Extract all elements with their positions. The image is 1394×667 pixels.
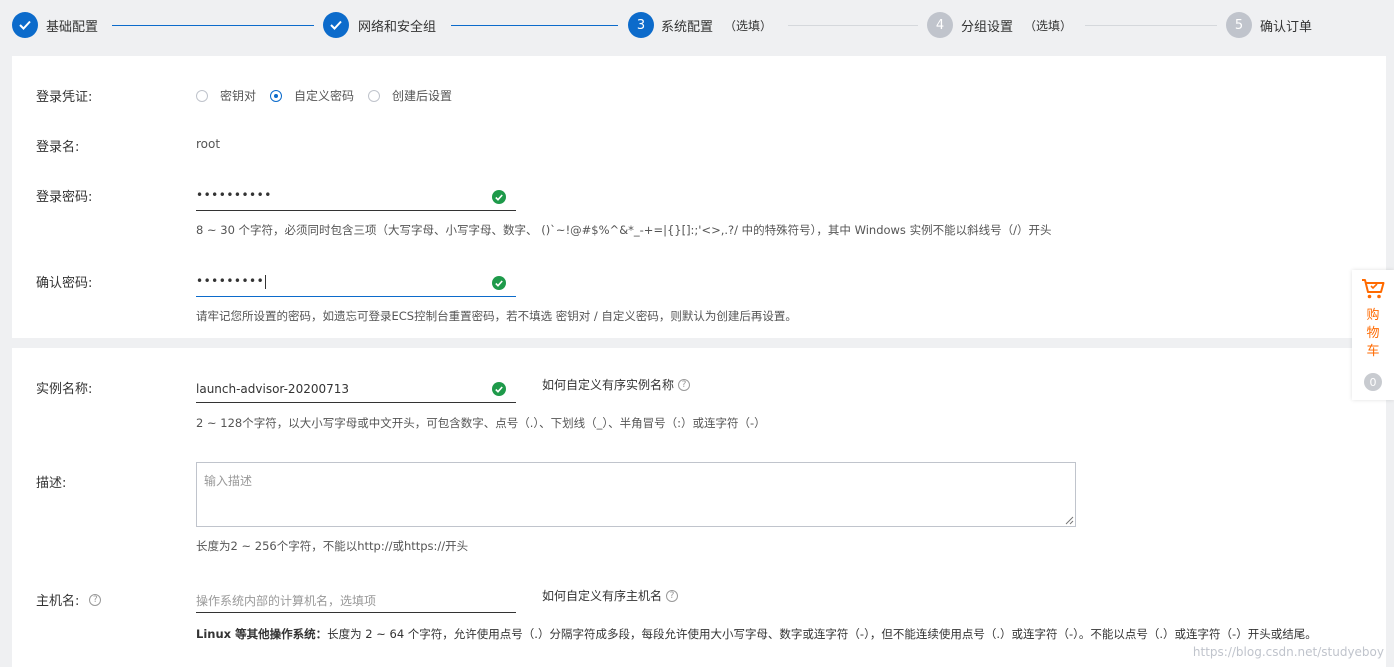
hostname-hint-os: Linux 等其他操作系统： [196, 627, 328, 641]
instance-name-input[interactable]: launch-advisor-20200713 [196, 375, 516, 403]
radio-set-later-label[interactable]: 创建后设置 [392, 87, 452, 104]
step-4-number[interactable]: 4 [927, 12, 953, 38]
step-4-label[interactable]: 分组设置 [961, 16, 1013, 35]
radio-custom-password[interactable]: 自定义密码 [270, 87, 354, 104]
password-hint: 8 ~ 30 个字符，必须同时包含三项（大写字母、小写字母、数字、 ()`~!@… [196, 223, 1052, 237]
step-progress-bar: 基础配置 网络和安全组 3 系统配置 （选填） 4 分组设置 （选填） 5 确认… [0, 0, 1394, 52]
resize-handle-icon[interactable] [1065, 516, 1074, 525]
shopping-cart-widget[interactable]: 购 物 车 0 [1352, 270, 1394, 400]
step-3-number[interactable]: 3 [628, 12, 654, 38]
radio-custom-password-label[interactable]: 自定义密码 [294, 87, 354, 104]
step-3-optional: （选填） [724, 19, 773, 33]
step-connector [1085, 25, 1217, 26]
check-circle-icon [492, 382, 506, 396]
confirm-password-input[interactable]: ••••••••• [196, 269, 516, 297]
instance-name-value[interactable]: launch-advisor-20200713 [196, 382, 349, 396]
watermark: https://blog.csdn.net/studyeboy [1192, 645, 1384, 659]
radio-keypair[interactable]: 密钥对 [196, 87, 256, 104]
hostname-label: 主机名: [36, 594, 80, 609]
step-2-label[interactable]: 网络和安全组 [358, 16, 436, 35]
description-textarea[interactable]: 输入描述 [196, 462, 1076, 527]
description-hint: 长度为2 ~ 256个字符，不能以http://或https://开头 [196, 539, 469, 553]
login-settings-panel: 登录凭证: 密钥对 自定义密码 创建后设置 登录名: root 登录密码: ••… [12, 56, 1386, 338]
password-input[interactable]: •••••••••• [196, 183, 516, 211]
confirm-password-label: 确认密码: [36, 276, 93, 291]
step-1-done-icon[interactable] [12, 12, 38, 38]
instance-name-help-text[interactable]: 如何自定义有序实例名称 [542, 376, 674, 393]
instance-name-help-link[interactable]: 如何自定义有序实例名称 ? [542, 376, 691, 393]
question-circle-icon[interactable]: ? [89, 593, 102, 606]
hostname-hint: Linux 等其他操作系统：长度为 2 ~ 64 个字符，允许使用点号（.）分隔… [196, 626, 1317, 642]
hostname-placeholder[interactable]: 操作系统内部的计算机名，选填项 [196, 592, 376, 609]
step-2-done-icon[interactable] [323, 12, 349, 38]
cart-count-badge: 0 [1364, 373, 1382, 391]
radio-checked-icon[interactable] [270, 89, 283, 102]
step-connector [112, 25, 314, 26]
cart-label-char[interactable]: 购 [1352, 307, 1394, 325]
cart-label-char[interactable]: 车 [1352, 343, 1394, 361]
password-label: 登录密码: [36, 190, 93, 205]
instance-name-label: 实例名称: [36, 382, 93, 397]
cart-label[interactable]: 购 物 车 [1352, 307, 1394, 361]
check-circle-icon [492, 276, 506, 290]
username-label: 登录名: [36, 140, 80, 155]
question-circle-icon[interactable]: ? [678, 378, 691, 391]
hostname-hint-text: 长度为 2 ~ 64 个字符，允许使用点号（.）分隔字符成多段，每段允许使用大小… [327, 627, 1317, 641]
hostname-help-link[interactable]: 如何自定义有序主机名 ? [542, 587, 679, 604]
radio-unchecked-icon[interactable] [368, 89, 381, 102]
instance-settings-panel: 实例名称: launch-advisor-20200713 如何自定义有序实例名… [12, 348, 1386, 667]
radio-keypair-label[interactable]: 密钥对 [220, 87, 256, 104]
confirm-password-dots[interactable]: ••••••••• [196, 274, 264, 288]
hostname-label-group: 主机名: ? [36, 590, 102, 609]
username-value: root [196, 137, 221, 151]
hostname-help-text[interactable]: 如何自定义有序主机名 [542, 587, 662, 604]
radio-set-later[interactable]: 创建后设置 [368, 87, 452, 104]
description-label: 描述: [36, 476, 67, 491]
cart-icon[interactable] [1361, 278, 1385, 300]
password-value[interactable]: •••••••••• [196, 188, 272, 202]
description-placeholder[interactable]: 输入描述 [204, 472, 252, 489]
step-3-label[interactable]: 系统配置 [661, 16, 713, 35]
cart-label-char[interactable]: 物 [1352, 325, 1394, 343]
text-caret [265, 274, 267, 289]
step-1-label[interactable]: 基础配置 [46, 16, 98, 35]
step-5-label[interactable]: 确认订单 [1260, 16, 1312, 35]
step-connector [788, 25, 918, 26]
confirm-password-hint: 请牢记您所设置的密码，如遗忘可登录ECS控制台重置密码，若不填选 密钥对 / 自… [196, 309, 797, 323]
radio-unchecked-icon[interactable] [196, 89, 208, 102]
instance-name-hint: 2 ~ 128个字符，以大小写字母或中文开头，可包含数字、点号（.）、下划线（_… [196, 416, 766, 430]
step-4-optional: （选填） [1024, 19, 1073, 33]
credential-label: 登录凭证: [36, 90, 93, 105]
credential-radio-group: 密钥对 自定义密码 创建后设置 [196, 87, 466, 104]
step-connector [451, 25, 618, 26]
check-circle-icon [492, 190, 506, 204]
hostname-input[interactable]: 操作系统内部的计算机名，选填项 [196, 585, 516, 613]
step-5-number[interactable]: 5 [1226, 12, 1252, 38]
question-circle-icon[interactable]: ? [666, 589, 679, 602]
confirm-password-value[interactable]: ••••••••• [196, 274, 267, 289]
